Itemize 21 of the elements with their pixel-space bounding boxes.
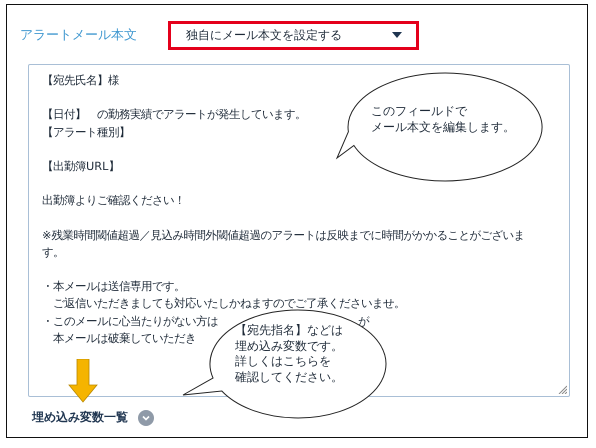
- body-text: 【日付】 の勤務実績でアラートが発生しています。: [42, 107, 306, 124]
- chevron-icon[interactable]: [138, 410, 154, 426]
- body-text: ・このメールに心当たりがない方は: [42, 314, 218, 330]
- section-heading[interactable]: 埋め込み変数一覧: [32, 409, 128, 426]
- resize-grip-icon: [558, 385, 567, 394]
- body-text: 出勤簿よりご確認ください！: [42, 193, 185, 210]
- body-text: 【宛先氏名】様: [42, 73, 119, 89]
- body-text: 本メールは破棄していただき: [52, 330, 196, 347]
- body-text: 【アラート種別】: [42, 124, 130, 141]
- field-label: アラートメール本文: [20, 27, 138, 44]
- callout-text: このフィールドで メール本文を編集します。: [371, 104, 515, 135]
- body-text: ・本メールは送信専用です。: [42, 279, 185, 296]
- body-text: 【出勤簿URL】: [42, 158, 120, 175]
- body-text: す。: [42, 244, 64, 261]
- body-text: が: [358, 314, 369, 330]
- body-dropdown[interactable]: 独自にメール本文を設定する: [168, 20, 419, 50]
- body-text: ご返信いただきましても対応いたしかねますのでご了承くださいませ。: [52, 296, 405, 312]
- arrow-icon: [68, 359, 98, 403]
- callout-text: 【宛先指名】などは 埋め込み変数です。 詳しくはこちらを 確認してください。: [235, 323, 343, 385]
- body-text: ※残業時間閾値超過／見込み時間外閾値超過のアラートは反映までに時間がかかることがございま: [42, 228, 524, 244]
- caret-icon: [392, 32, 402, 38]
